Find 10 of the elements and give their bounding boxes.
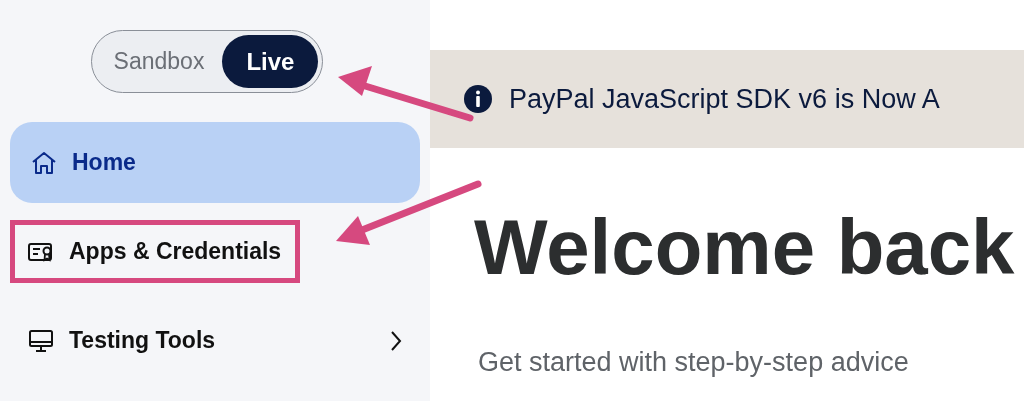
chevron-right-icon	[389, 329, 403, 352]
banner-text: PayPal JavaScript SDK v6 is Now A	[509, 82, 940, 116]
environment-tab[interactable]: Sandbox	[95, 35, 223, 88]
nav-item[interactable]: Apps & Credentials	[10, 220, 301, 283]
nav-item[interactable]: Home	[10, 122, 420, 203]
nav-item[interactable]: Testing Tools	[10, 309, 420, 372]
info-icon	[463, 84, 493, 114]
welcome-heading: Welcome back	[474, 208, 1016, 286]
subtitle-text: Get started with step-by-step advice	[478, 346, 910, 379]
environment-tab[interactable]: Live	[222, 35, 319, 88]
